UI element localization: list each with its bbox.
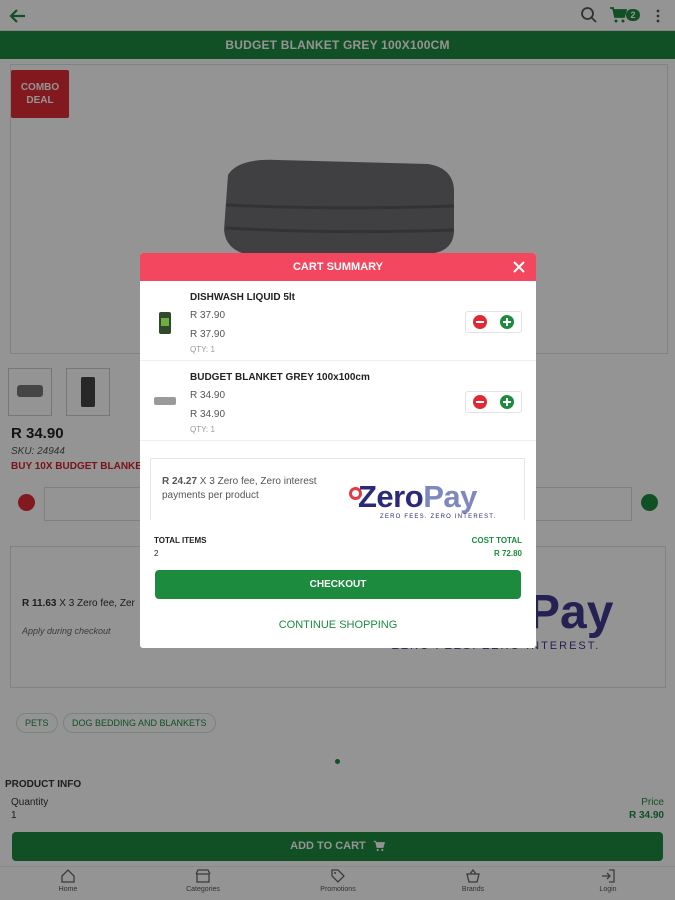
cart-item-qty: QTY: 1 (190, 425, 215, 434)
cart-item: DISHWASH LIQUID 5lt R 37.90 R 37.90 QTY:… (140, 281, 536, 361)
decrease-button[interactable] (473, 395, 487, 409)
zeropay-logo-zero: Zero (358, 479, 424, 514)
quantity-stepper (465, 391, 522, 413)
zeropay-card: R 24.27 X 3 Zero fee, Zero interest paym… (150, 458, 525, 520)
cost-total-label: COST TOTAL (471, 536, 522, 545)
cart-item-qty: QTY: 1 (190, 345, 215, 354)
cart-item-line-price: R 37.90 (190, 329, 226, 340)
zeropay-logo-pay: Pay (423, 479, 477, 514)
decrease-button[interactable] (473, 315, 487, 329)
cost-total-value: R 72.80 (493, 549, 522, 558)
zeropay-installment-text: R 24.27 X 3 Zero fee, Zero interest paym… (162, 475, 337, 503)
total-items-value: 2 (154, 549, 159, 558)
increase-button[interactable] (500, 315, 514, 329)
checkout-button[interactable]: CHECKOUT (155, 570, 521, 599)
product-thumbnail (154, 397, 176, 405)
zeropay-tagline: ZERO FEES. ZERO INTEREST. (380, 514, 497, 520)
dialog-header: CART SUMMARY (140, 253, 536, 281)
cart-item-line-price: R 34.90 (190, 409, 226, 420)
cart-summary-dialog: CART SUMMARY DISHWASH LIQUID 5lt R 37.90… (140, 253, 536, 648)
continue-shopping-link[interactable]: CONTINUE SHOPPING (140, 619, 536, 631)
zeropay-amount: R 24.27 (162, 476, 198, 487)
cart-item-unit-price: R 34.90 (190, 390, 226, 401)
dialog-title: CART SUMMARY (292, 261, 384, 273)
cart-item-unit-price: R 37.90 (190, 310, 226, 321)
cart-item-name: DISHWASH LIQUID 5lt (190, 292, 296, 303)
zeropay-logo: ZeroPay (358, 479, 477, 515)
increase-button[interactable] (500, 395, 514, 409)
total-items-label: TOTAL ITEMS (154, 536, 207, 545)
quantity-stepper (465, 311, 522, 333)
cart-item: BUDGET BLANKET GREY 100x100cm R 34.90 R … (140, 361, 536, 441)
close-icon[interactable] (512, 260, 526, 274)
product-thumbnail (159, 312, 171, 334)
cart-item-name: BUDGET BLANKET GREY 100x100cm (190, 372, 370, 383)
